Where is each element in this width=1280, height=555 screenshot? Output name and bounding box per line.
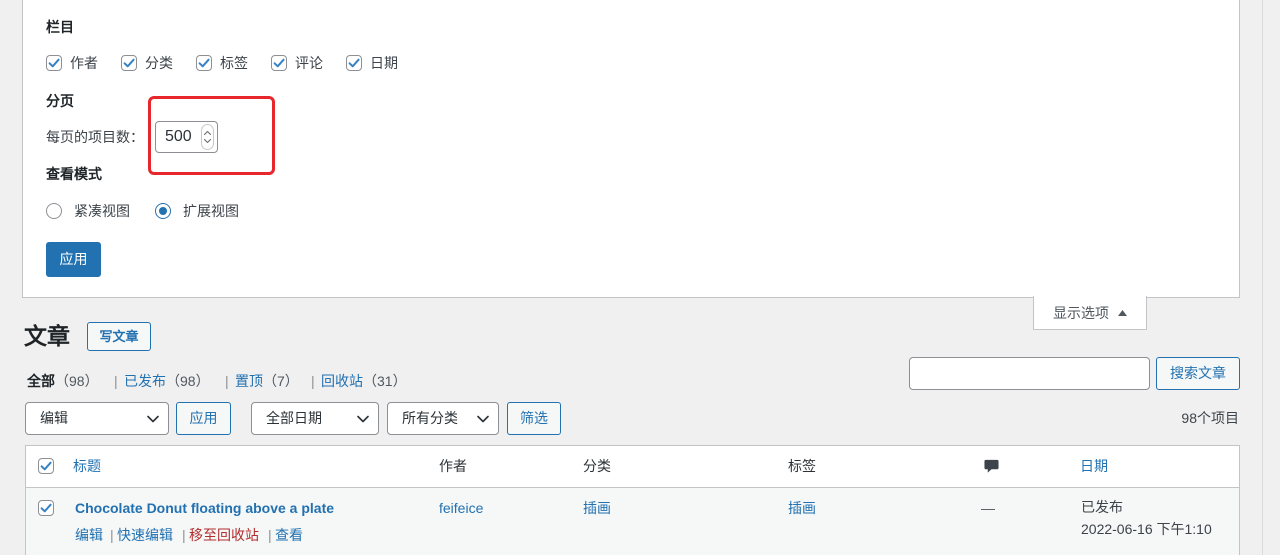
highlight-annotation — [148, 96, 275, 175]
column-checkbox-date[interactable] — [346, 55, 362, 71]
view-all[interactable]: 全部（98） — [27, 371, 99, 391]
date-filter-select[interactable]: 全部日期 — [251, 402, 379, 435]
chevron-down-icon — [357, 415, 369, 423]
category-filter-select[interactable]: 所有分类 — [387, 402, 499, 435]
table-row: Chocolate Donut floating above a plate 编… — [26, 488, 1239, 555]
view-mode-radio-compact[interactable] — [46, 203, 62, 219]
post-search-input[interactable] — [909, 357, 1150, 390]
row-action-trash[interactable]: 移至回收站 — [189, 525, 259, 545]
window-scrollbar-gutter — [1262, 0, 1263, 555]
view-count: （7） — [263, 373, 299, 389]
column-header-date[interactable]: 日期 — [1080, 456, 1108, 476]
column-option-label: 分类 — [145, 55, 173, 71]
column-option-label: 评论 — [295, 55, 323, 71]
view-count: （98） — [166, 373, 210, 389]
view-label: 全部 — [27, 373, 55, 389]
checkmark-icon — [40, 461, 52, 471]
per-page-label: 每页的项目数： — [46, 129, 144, 145]
checkmark-icon — [348, 58, 360, 68]
view-trash[interactable]: 回收站（31） — [321, 371, 407, 391]
row-action-edit[interactable]: 编辑 — [75, 525, 103, 545]
screen-options-apply-button[interactable]: 应用 — [46, 242, 101, 277]
checkmark-icon — [123, 58, 135, 68]
row-action-quick-edit[interactable]: 快速编辑 — [117, 525, 173, 545]
post-category-link[interactable]: 插画 — [583, 498, 611, 518]
view-label: 回收站 — [321, 373, 363, 389]
post-author-link[interactable]: feifeice — [439, 498, 483, 518]
view-separator: | — [225, 373, 229, 389]
bulk-action-value: 编辑 — [40, 410, 68, 426]
row-action-separator: | — [268, 527, 272, 543]
view-separator: | — [311, 373, 315, 389]
bulk-apply-button[interactable]: 应用 — [176, 402, 231, 435]
items-count: 98个项目 — [1181, 410, 1239, 426]
view-mode-heading: 查看模式 — [46, 166, 102, 182]
column-header-author: 作者 — [439, 458, 467, 474]
column-header-tags: 标签 — [788, 458, 816, 474]
column-checkbox-author[interactable] — [46, 55, 62, 71]
search-posts-button[interactable]: 搜索文章 — [1156, 357, 1240, 390]
view-count: （98） — [55, 373, 99, 389]
post-tag-link[interactable]: 插画 — [788, 498, 816, 518]
column-option-label: 日期 — [370, 55, 398, 71]
row-action-view[interactable]: 查看 — [275, 525, 303, 545]
column-option-author[interactable]: 作者 — [46, 53, 98, 73]
view-separator: | — [114, 373, 118, 389]
column-option-tags[interactable]: 标签 — [196, 53, 248, 73]
row-select-checkbox[interactable] — [38, 500, 54, 516]
posts-table: 标题 作者 分类 标签 日期 Chocolate Donut floating … — [25, 445, 1240, 555]
pagination-heading: 分页 — [46, 93, 74, 109]
column-checkbox-comments[interactable] — [271, 55, 287, 71]
column-checkbox-tags[interactable] — [196, 55, 212, 71]
view-mode-extended[interactable]: 扩展视图 — [155, 201, 239, 221]
checkmark-icon — [273, 58, 285, 68]
screen-options-toggle[interactable]: 显示选项 — [1033, 296, 1147, 330]
checkmark-icon — [48, 58, 60, 68]
column-option-comments[interactable]: 评论 — [271, 53, 323, 73]
screen-options-toggle-label: 显示选项 — [1053, 304, 1109, 321]
post-comments-count: — — [981, 500, 995, 516]
row-action-separator: | — [110, 527, 114, 543]
chevron-down-icon — [147, 415, 159, 423]
view-sticky[interactable]: 置顶（7） — [235, 371, 299, 391]
category-filter-value: 所有分类 — [402, 410, 458, 426]
page-title: 文章 — [24, 323, 70, 349]
view-count: （31） — [363, 373, 407, 389]
post-date-status: 已发布 — [1081, 499, 1123, 515]
bulk-action-select[interactable]: 编辑 — [25, 402, 169, 435]
checkmark-icon — [40, 503, 52, 513]
view-mode-radio-extended[interactable] — [155, 203, 171, 219]
view-published[interactable]: 已发布（98） — [124, 371, 210, 391]
row-action-separator: | — [182, 527, 186, 543]
column-option-label: 作者 — [70, 55, 98, 71]
add-new-post-button[interactable]: 写文章 — [87, 322, 151, 351]
select-all-checkbox[interactable] — [38, 458, 54, 474]
column-checkbox-categories[interactable] — [121, 55, 137, 71]
comment-bubble-icon[interactable] — [984, 458, 999, 474]
column-header-title[interactable]: 标题 — [73, 456, 101, 476]
chevron-down-icon — [477, 415, 489, 423]
columns-heading: 栏目 — [46, 19, 74, 35]
view-mode-label: 扩展视图 — [183, 203, 239, 219]
view-label: 置顶 — [235, 373, 263, 389]
column-option-label: 标签 — [220, 55, 248, 71]
table-header: 标题 作者 分类 标签 日期 — [26, 446, 1239, 488]
column-header-categories: 分类 — [583, 458, 611, 474]
filter-button[interactable]: 筛选 — [507, 402, 561, 435]
caret-up-icon — [1118, 309, 1127, 316]
column-option-date[interactable]: 日期 — [346, 53, 398, 73]
post-date: 2022-06-16 下午1:10 — [1081, 521, 1212, 537]
checkmark-icon — [198, 58, 210, 68]
view-mode-label: 紧凑视图 — [74, 203, 130, 219]
view-mode-compact[interactable]: 紧凑视图 — [46, 201, 130, 221]
date-filter-value: 全部日期 — [266, 410, 322, 426]
column-option-categories[interactable]: 分类 — [121, 53, 173, 73]
view-label: 已发布 — [124, 373, 166, 389]
post-title-link[interactable]: Chocolate Donut floating above a plate — [75, 498, 334, 518]
